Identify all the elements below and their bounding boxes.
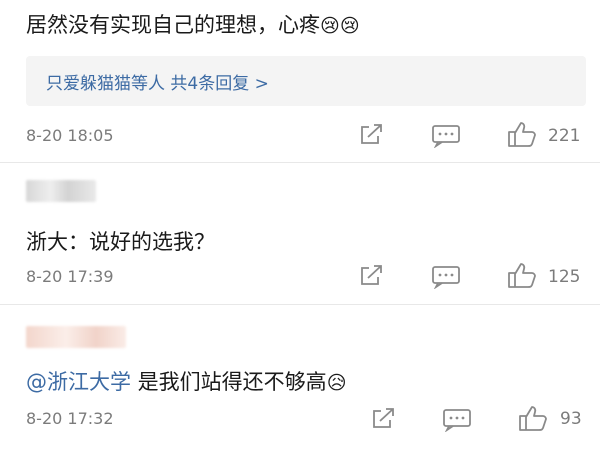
divider (0, 304, 600, 305)
like-count: 125 (548, 267, 581, 287)
comment-body: 居然没有实现自己的理想，心疼 (26, 13, 320, 37)
thumbs-up-icon[interactable] (507, 261, 537, 289)
replies-link-text: 只爱躲猫猫等人 共4条回复 > (46, 74, 269, 94)
crying-emoji: 😢 (320, 15, 340, 37)
comment-timestamp: 8-20 17:32 (26, 409, 114, 428)
username-redacted (26, 326, 126, 348)
thumbs-up-icon[interactable] (507, 120, 537, 148)
sad-emoji: 😥 (326, 372, 347, 394)
crying-emoji: 😢 (339, 15, 360, 37)
comment-icon[interactable] (431, 265, 461, 289)
share-icon[interactable] (358, 264, 384, 288)
like-count: 93 (560, 409, 582, 429)
comment-text: 浙大：说好的选我？ (26, 230, 215, 254)
divider (0, 162, 600, 163)
username-redacted (26, 180, 96, 202)
like-count: 221 (548, 126, 581, 146)
comment-body: 是我们站得还不够高 (131, 370, 327, 394)
thumbs-up-icon[interactable] (518, 404, 548, 432)
comment-text: @浙江大学 是我们站得还不够高😥 (26, 366, 347, 396)
comment-timestamp: 8-20 18:05 (26, 126, 114, 145)
comment-text: 居然没有实现自己的理想，心疼😢😢 (26, 9, 360, 39)
comment-icon[interactable] (442, 408, 472, 432)
share-icon[interactable] (370, 407, 396, 431)
comment-timestamp: 8-20 17:39 (26, 267, 114, 286)
share-icon[interactable] (358, 123, 384, 147)
replies-link[interactable]: 只爱躲猫猫等人 共4条回复 > (26, 56, 586, 106)
mention-link[interactable]: @浙江大学 (26, 370, 131, 394)
comment-icon[interactable] (431, 124, 461, 148)
